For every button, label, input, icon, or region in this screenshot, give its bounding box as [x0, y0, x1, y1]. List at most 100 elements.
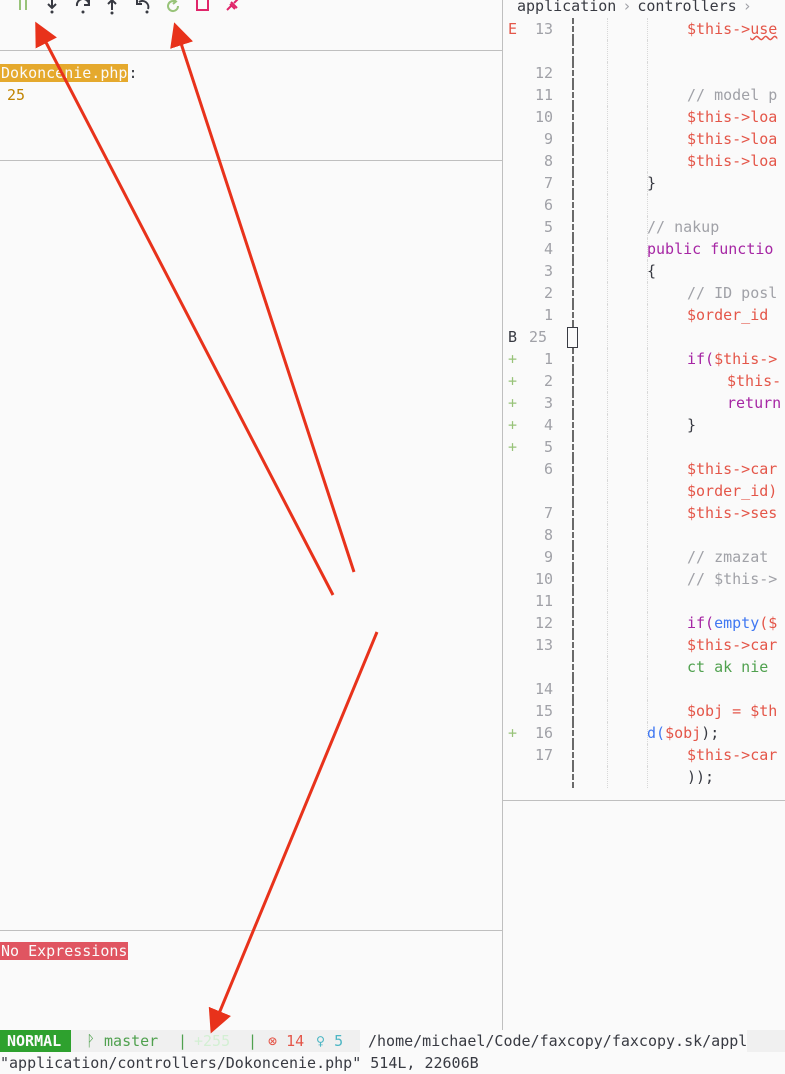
step-out-icon[interactable]: [102, 0, 122, 18]
code-line[interactable]: 3{: [503, 260, 785, 282]
indent-guide: [607, 678, 608, 700]
pause-icon[interactable]: [13, 0, 33, 18]
code-line[interactable]: 8: [503, 524, 785, 546]
indent-guide: [647, 568, 648, 590]
line-number: 4: [543, 416, 553, 434]
code-line[interactable]: 6: [503, 194, 785, 216]
breakpoint-line[interactable]: 25: [7, 86, 25, 104]
code-text: $this->loa: [687, 150, 777, 172]
code-text: }: [687, 414, 696, 436]
indent-guide: [647, 546, 648, 568]
fold-guide: [572, 700, 574, 722]
fold-guide: [572, 392, 574, 414]
code-token: $this->: [687, 20, 751, 38]
code-token: $this->: [687, 636, 751, 654]
breadcrumb-item[interactable]: controllers: [637, 0, 736, 15]
code-token: $order_id: [687, 306, 769, 324]
code-token: car: [750, 636, 778, 654]
code-line[interactable]: 6 $this->car: [503, 458, 785, 480]
file-path: /home/michael/Code/faxcopy/faxcopy.sk/ap…: [360, 1030, 748, 1052]
code-line[interactable]: +2 $this-: [503, 370, 785, 392]
code-token: $this->: [687, 746, 751, 764]
code-line[interactable]: 4 public functio: [503, 238, 785, 260]
code-line[interactable]: 14: [503, 678, 785, 700]
indent-guide: [647, 282, 648, 304]
code-line[interactable]: ));: [503, 766, 785, 788]
step-into-icon[interactable]: [42, 0, 62, 18]
code-view[interactable]: application › controllers › E 13 $this->use 12…: [503, 0, 785, 801]
stop-icon[interactable]: [193, 0, 213, 18]
code-line[interactable]: 10 // $this->: [503, 568, 785, 590]
restart-icon[interactable]: [163, 0, 183, 18]
code-line[interactable]: 15 $obj = $th: [503, 700, 785, 722]
code-line[interactable]: +5: [503, 436, 785, 458]
line-number: 16: [534, 724, 553, 742]
disconnect-icon[interactable]: [223, 0, 243, 18]
code-token: // nakup: [647, 218, 720, 236]
code-line[interactable]: 11 // model p: [503, 84, 785, 106]
indent-guide: [607, 238, 608, 260]
code-line[interactable]: $order_id): [503, 480, 785, 502]
indent-guide: [607, 348, 608, 370]
code-token: }: [687, 416, 697, 434]
line-number: 3: [543, 394, 553, 412]
code-line[interactable]: 10 $this->loa: [503, 106, 785, 128]
code-line[interactable]: [503, 40, 785, 62]
code-text: $this->ses: [687, 502, 777, 524]
code-line[interactable]: 8 $this->loa: [503, 150, 785, 172]
code-token: loa: [750, 152, 778, 170]
code-line[interactable]: 9 // zmazat: [503, 546, 785, 568]
debug-toolbar: [0, 0, 502, 51]
status-separator: |: [248, 1032, 258, 1050]
code-text: // zmazat: [687, 546, 768, 568]
code-line[interactable]: 5 // nakup: [503, 216, 785, 238]
breadcrumb-separator-icon: ›: [742, 0, 752, 15]
code-line[interactable]: 2 // ID posl: [503, 282, 785, 304]
line-number: 8: [543, 152, 553, 170]
step-back-icon[interactable]: [133, 0, 153, 18]
indent-guide: [607, 370, 608, 392]
code-line[interactable]: 7 $this->ses: [503, 502, 785, 524]
lightbulb-icon: ♀: [316, 1032, 335, 1050]
line-number: 9: [543, 548, 553, 566]
fold-guide: [572, 480, 574, 502]
indent-guide: [647, 106, 648, 128]
code-line[interactable]: +16 d($obj);: [503, 722, 785, 744]
code-line[interactable]: 1 $order_id: [503, 304, 785, 326]
breadcrumb-item[interactable]: application: [517, 0, 616, 15]
branch-icon: ᚹ: [86, 1032, 105, 1050]
indent-guide: [647, 524, 648, 546]
code-line[interactable]: B 25: [503, 326, 785, 348]
code-line[interactable]: +1 if($this->: [503, 348, 785, 370]
code-line[interactable]: 7}: [503, 172, 785, 194]
breadcrumb: application › controllers ›: [517, 0, 758, 15]
code-text: // $this->: [687, 568, 777, 590]
code-line[interactable]: 11: [503, 590, 785, 612]
code-line[interactable]: 17 $this->car: [503, 744, 785, 766]
fold-guide: [572, 282, 574, 304]
code-line[interactable]: E 13 $this->use: [503, 18, 785, 40]
breakpoint-file[interactable]: Dokoncenie.php:: [0, 64, 137, 82]
stack-panel: [0, 161, 502, 931]
indent-guide: [647, 458, 648, 480]
code-line[interactable]: 9 $this->loa: [503, 128, 785, 150]
code-line[interactable]: +3 return: [503, 392, 785, 414]
code-line[interactable]: ct ak nie: [503, 656, 785, 678]
indent-guide: [607, 634, 608, 656]
fold-guide: [572, 348, 574, 370]
indent-guide: [607, 436, 608, 458]
line-number: 13: [534, 636, 553, 654]
code-line[interactable]: 12: [503, 62, 785, 84]
indent-guide: [647, 128, 648, 150]
code-line[interactable]: +4}: [503, 414, 785, 436]
code-token: $this->: [687, 152, 751, 170]
line-number: 7: [543, 504, 553, 522]
code-line[interactable]: 13 $this->car: [503, 634, 785, 656]
code-token: ($: [759, 614, 778, 632]
editor-pane[interactable]: application › controllers › E 13 $this->use 12…: [503, 0, 785, 1030]
code-token: // ID posl: [687, 284, 778, 302]
code-line[interactable]: 12 if(empty($: [503, 612, 785, 634]
step-over-icon[interactable]: [73, 0, 93, 18]
code-text: $this->use: [687, 18, 777, 40]
indent-guide: [607, 260, 608, 282]
